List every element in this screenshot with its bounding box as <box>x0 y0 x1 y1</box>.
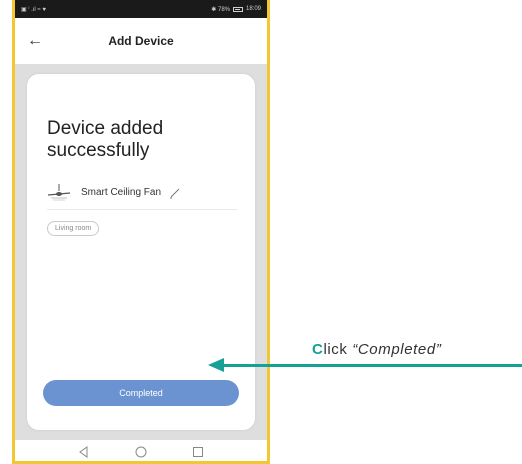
callout-rest: lick <box>323 341 353 358</box>
completed-button[interactable]: Completed <box>43 380 239 406</box>
device-row: Smart Ceiling Fan <box>47 176 237 210</box>
app-header: ← Add Device <box>15 18 267 64</box>
recent-square-icon[interactable] <box>191 445 205 459</box>
status-bar: ▣ ⁱ .ıl ≈ ♥ ✱ 78% 18:09 <box>15 0 267 18</box>
pencil-icon[interactable] <box>169 187 181 199</box>
callout-text: Click “Completed” <box>312 341 441 358</box>
battery-text: ✱ 78% <box>211 6 230 13</box>
callout-arrowhead <box>208 358 224 372</box>
status-right: ✱ 78% 18:09 <box>211 6 261 13</box>
status-icons: ▣ ⁱ .ıl ≈ ♥ <box>21 6 46 13</box>
room-chip[interactable]: Living room <box>47 221 100 236</box>
back-triangle-icon[interactable] <box>77 445 91 459</box>
callout-initial: C <box>312 341 324 358</box>
callout-quote: “Completed” <box>352 341 442 358</box>
device-name: Smart Ceiling Fan <box>81 187 162 198</box>
ceiling-fan-icon <box>47 183 71 200</box>
status-left-text: ▣ ⁱ .ıl ≈ ♥ <box>21 6 46 13</box>
back-arrow-icon[interactable]: ← <box>27 33 43 49</box>
android-nav-bar <box>15 440 267 461</box>
phone-screen: ▣ ⁱ .ıl ≈ ♥ ✱ 78% 18:09 ← Add Device Dev… <box>12 0 270 464</box>
home-circle-icon[interactable] <box>134 445 148 459</box>
success-title: Device added successfully <box>47 118 164 161</box>
page-title: Add Device <box>108 34 174 48</box>
clock: 18:09 <box>245 6 261 12</box>
battery-icon <box>232 6 243 12</box>
success-card: Device added successfully Smart Ceiling … <box>27 74 255 430</box>
callout-line <box>222 364 522 367</box>
